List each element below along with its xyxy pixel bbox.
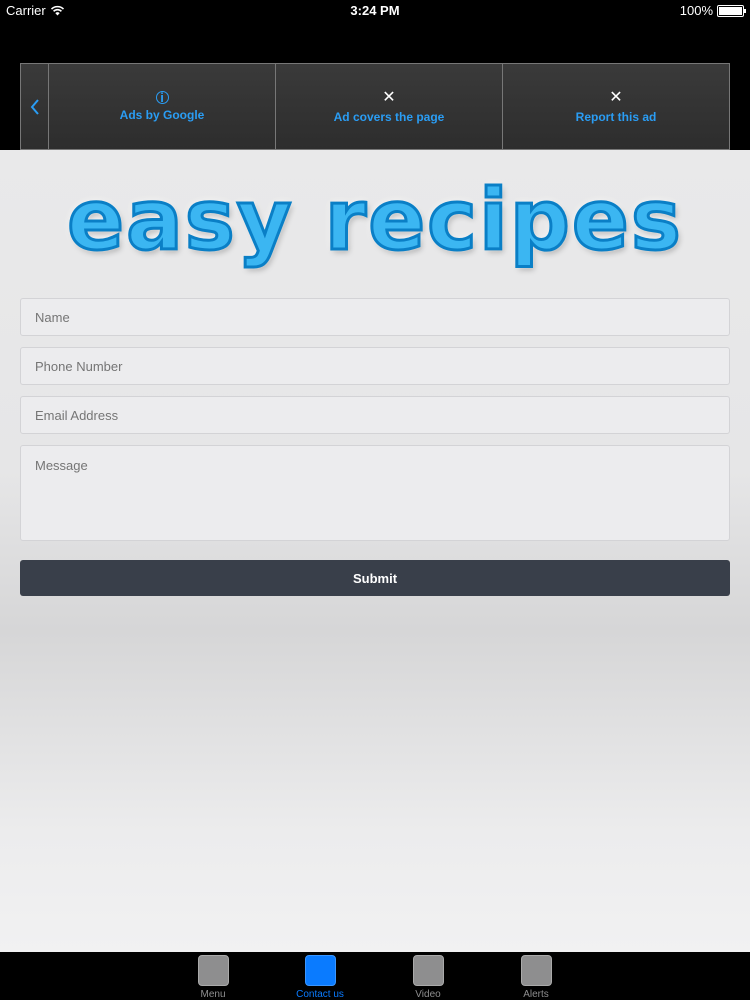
tab-contact-us[interactable]: Contact us xyxy=(285,955,355,1000)
tab-video-label: Video xyxy=(415,989,441,1000)
close-icon: ✕ xyxy=(382,88,396,106)
ads-by-google-button[interactable]: i Ads by Google xyxy=(49,64,276,149)
report-ad-button[interactable]: ✕ Report this ad xyxy=(503,64,729,149)
submit-button[interactable]: Submit xyxy=(20,560,730,596)
status-right: 100% xyxy=(679,3,746,18)
status-time: 3:24 PM xyxy=(350,3,400,18)
ad-covers-page-label: Ad covers the page xyxy=(333,109,445,124)
message-field[interactable] xyxy=(20,445,730,541)
alerts-tab-icon xyxy=(520,955,552,986)
tab-alerts-label: Alerts xyxy=(523,989,549,1000)
chevron-left-icon xyxy=(30,98,39,115)
tab-bar: Menu Contact us Video Alerts xyxy=(0,952,750,1000)
logo-text: easy recipes xyxy=(66,170,683,271)
tab-menu-label: Menu xyxy=(200,989,226,1000)
battery-percent: 100% xyxy=(679,3,713,18)
ads-by-google-label: Ads by Google xyxy=(119,108,205,122)
contact-tab-icon xyxy=(304,955,336,986)
status-bar: Carrier 3:24 PM 100% xyxy=(0,0,750,22)
app-logo: easy recipes xyxy=(20,170,730,271)
info-icon: i xyxy=(155,90,169,105)
video-tab-icon xyxy=(412,955,444,986)
battery-icon xyxy=(717,4,746,17)
phone-field[interactable] xyxy=(20,347,730,385)
close-icon: ✕ xyxy=(609,88,623,106)
content-area: easy recipes Submit xyxy=(0,150,750,952)
ad-bar: i Ads by Google ✕ Ad covers the page ✕ R… xyxy=(20,63,730,150)
tab-menu[interactable]: Menu xyxy=(178,955,248,1000)
email-field[interactable] xyxy=(20,396,730,434)
ad-covers-page-button[interactable]: ✕ Ad covers the page xyxy=(276,64,503,149)
ad-back-button[interactable] xyxy=(21,64,49,149)
tab-video[interactable]: Video xyxy=(393,955,463,1000)
menu-tab-icon xyxy=(197,955,229,986)
report-ad-label: Report this ad xyxy=(575,109,657,124)
tab-alerts[interactable]: Alerts xyxy=(501,955,571,1000)
name-field[interactable] xyxy=(20,298,730,336)
tab-contact-us-label: Contact us xyxy=(296,989,344,1000)
